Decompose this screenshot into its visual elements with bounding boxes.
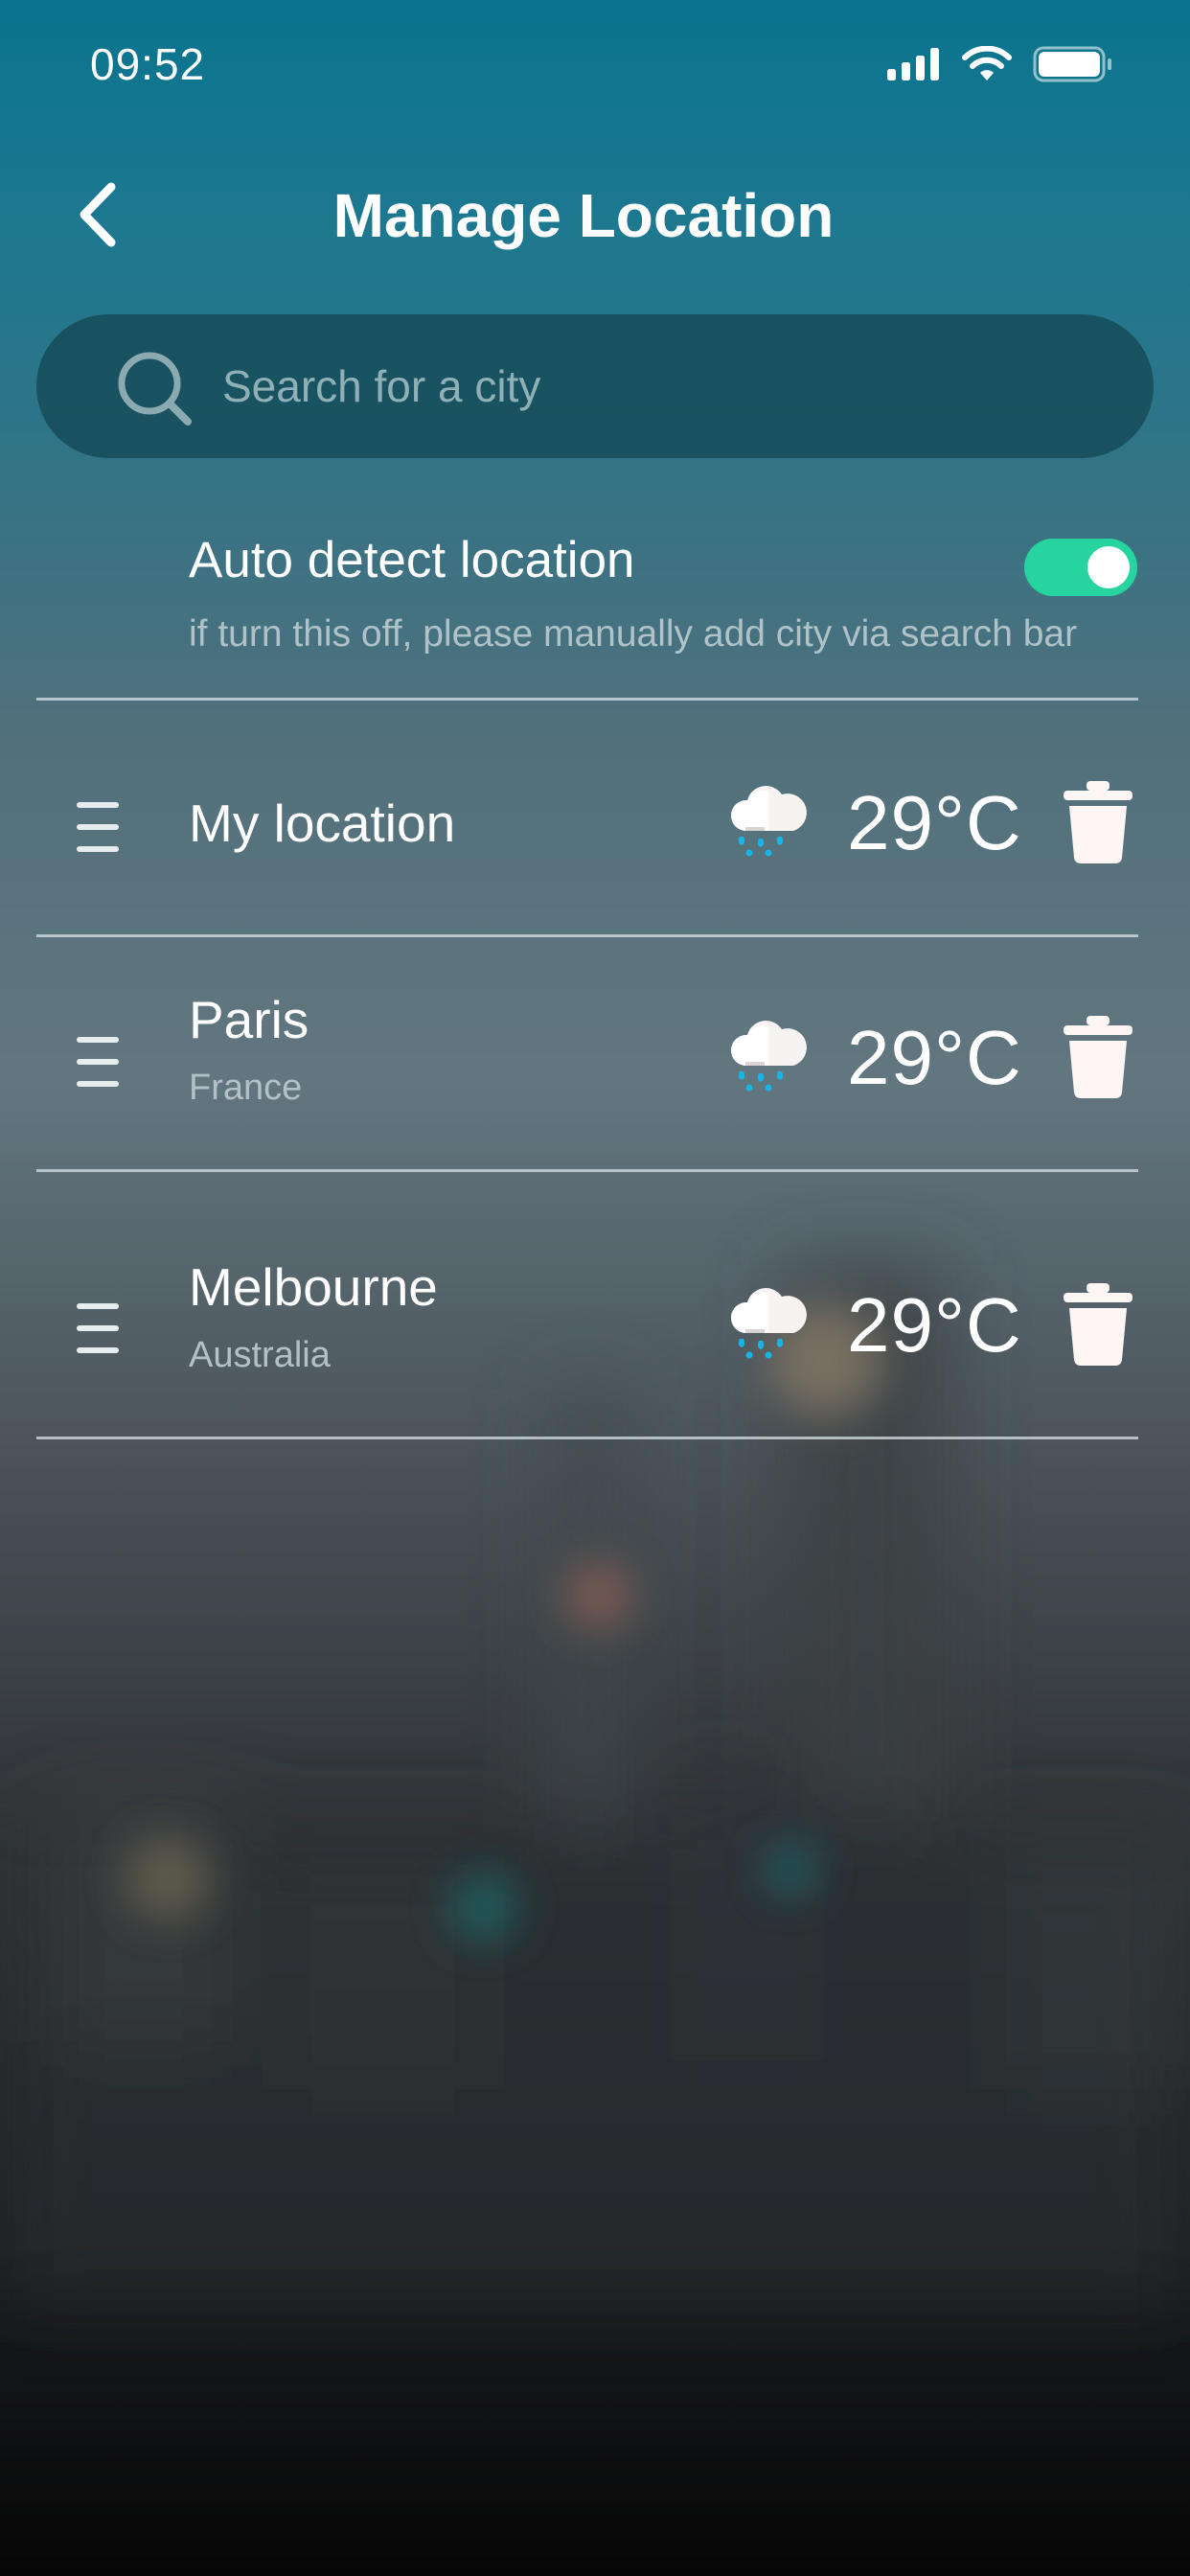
search-icon	[118, 352, 192, 426]
rain-cloud-icon	[730, 1288, 807, 1359]
location-row-my-location[interactable]: My location 29°C	[0, 701, 1190, 934]
signal-icon	[887, 48, 941, 85]
wifi-icon	[962, 45, 1012, 87]
location-country: Australia	[189, 1335, 331, 1375]
location-name: My location	[189, 794, 456, 853]
page-title-text: Manage Location	[332, 181, 835, 250]
location-row-melbourne[interactable]: Melbourne Australia 29°C	[0, 1172, 1190, 1436]
auto-detect-title: Auto detect location	[189, 532, 635, 588]
drag-handle-icon[interactable]	[77, 1303, 119, 1353]
temperature: 29°C	[847, 1015, 1022, 1100]
battery-icon	[1033, 46, 1113, 87]
delete-button[interactable]	[1062, 781, 1134, 863]
location-row-paris[interactable]: Paris France 29°C	[0, 937, 1190, 1171]
delete-button[interactable]	[1062, 1283, 1134, 1366]
rain-cloud-icon	[730, 1021, 807, 1092]
toggle-knob	[1087, 546, 1130, 588]
auto-detect-hint: if turn this off, please manually add ci…	[189, 613, 1078, 655]
auto-detect-section: Auto detect location if turn this off, p…	[0, 525, 1190, 698]
drag-handle-icon[interactable]	[77, 1037, 119, 1087]
status-time: 09:52	[90, 39, 206, 89]
auto-detect-toggle[interactable]	[1024, 539, 1137, 596]
location-name: Melbourne	[189, 1257, 438, 1317]
divider	[36, 1437, 1138, 1439]
trash-icon	[1064, 781, 1133, 863]
trash-icon	[1064, 1283, 1133, 1366]
drag-handle-icon[interactable]	[77, 802, 119, 852]
location-country: France	[189, 1068, 303, 1108]
page-title: Manage Location	[0, 180, 1190, 251]
trash-icon	[1064, 1016, 1133, 1098]
search-input[interactable]	[222, 351, 1085, 422]
status-bar: 09:52	[0, 0, 1190, 134]
temperature: 29°C	[847, 1282, 1022, 1368]
location-name: Paris	[189, 990, 309, 1049]
rain-cloud-icon	[730, 786, 807, 857]
delete-button[interactable]	[1062, 1016, 1134, 1098]
header: Manage Location	[0, 163, 1190, 268]
status-icons	[887, 45, 1113, 87]
temperature: 29°C	[847, 780, 1022, 865]
search-bar[interactable]	[36, 314, 1154, 458]
